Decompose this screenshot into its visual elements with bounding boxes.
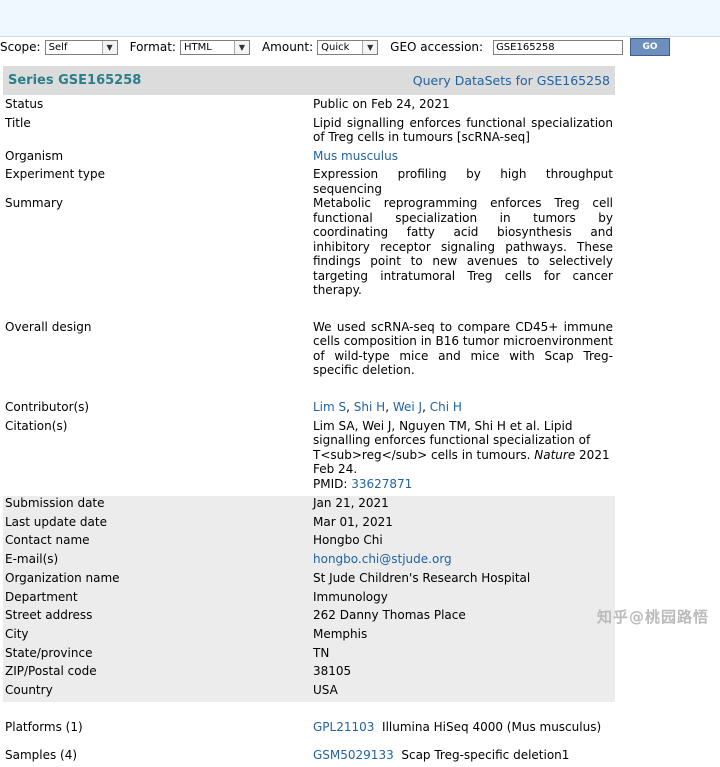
email-row: E-mail(s) hongbo.chi@stjude.org <box>3 552 615 571</box>
field-value: 262 Danny Thomas Place <box>309 608 615 627</box>
experiment-type-row: Experiment type Expression profiling by … <box>3 167 615 196</box>
chevron-down-icon: ▼ <box>233 40 249 54</box>
geo-accession-input[interactable] <box>493 39 624 55</box>
chevron-down-icon: ▼ <box>362 40 378 54</box>
organism-row: Organism Mus musculus <box>3 149 615 168</box>
field-value: Hongbo Chi <box>309 533 615 553</box>
contributor-link[interactable]: Lim S <box>313 400 346 414</box>
field-key: Title <box>5 115 31 130</box>
field-key: State/province <box>3 645 309 665</box>
summary-row: Summary Metabolic reprogramming enforces… <box>3 196 615 298</box>
format-select[interactable]: HTML ▼ <box>179 39 250 55</box>
sample-description: Scap Treg-specific deletion1 <box>401 748 570 763</box>
field-key: Status <box>5 97 44 111</box>
scope-value: Self <box>48 41 68 53</box>
email-link[interactable]: hongbo.chi@stjude.org <box>313 552 452 566</box>
field-key: Organization name <box>3 570 309 590</box>
overall-design-row: Overall design We used scRNA-seq to comp… <box>3 320 615 378</box>
samples-row: Samples (4) GSM5029133 Scap Treg-specifi… <box>3 748 615 767</box>
field-value: 38105 <box>309 664 615 683</box>
field-value: Metabolic reprogramming enforces Treg ce… <box>313 196 613 298</box>
contributor-link[interactable]: Shi H <box>354 400 385 414</box>
citation-row: Citation(s) Lim SA, Wei J, Nguyen TM, Sh… <box>3 419 615 492</box>
pmid-link[interactable]: 33627871 <box>351 477 412 491</box>
series-record: Series GSE165258 Query DataSets for GSE1… <box>0 66 720 767</box>
organism-link[interactable]: Mus musculus <box>313 149 398 163</box>
field-value: Expression profiling by high throughput … <box>313 167 613 196</box>
street-row: Street address 262 Danny Thomas Place <box>3 608 615 627</box>
format-value: HTML <box>183 41 212 53</box>
field-value: Memphis <box>309 626 615 646</box>
scope-label: Scope: <box>0 40 41 54</box>
field-key: Country <box>3 682 309 702</box>
field-key: Overall design <box>5 319 92 334</box>
country-row: Country USA <box>3 682 615 702</box>
state-row: State/province TN <box>3 645 615 665</box>
field-key: Citation(s) <box>5 418 68 433</box>
field-key: Contributor(s) <box>5 399 90 414</box>
series-title: Series GSE165258 <box>8 73 142 88</box>
amount-select[interactable]: Quick ▼ <box>317 39 379 55</box>
field-value: Lipid signalling enforces functional spe… <box>313 115 613 145</box>
field-value: Public on Feb 24, 2021 <box>313 97 450 111</box>
field-value: Immunology <box>309 589 615 609</box>
geo-accession-label: GEO accession: <box>390 40 484 54</box>
field-value: Jan 21, 2021 <box>309 496 615 515</box>
field-key: Street address <box>3 608 309 627</box>
status-row: Status Public on Feb 24, 2021 <box>3 97 615 116</box>
query-datasets-link[interactable]: Query DataSets for GSE165258 <box>413 73 610 88</box>
field-value: Mar 01, 2021 <box>309 514 615 534</box>
contributor-link[interactable]: Wei J <box>393 400 422 414</box>
submission-date-row: Submission date Jan 21, 2021 <box>3 496 615 515</box>
query-toolbar: Scope: Self ▼ Format: HTML ▼ Amount: Qui… <box>0 37 720 57</box>
field-value: St Jude Children's Research Hospital <box>309 570 615 590</box>
pmid-label: PMID: <box>313 476 352 491</box>
field-value: We used scRNA-seq to compare CD45+ immun… <box>313 319 613 378</box>
contact-name-row: Contact name Hongbo Chi <box>3 533 615 553</box>
field-key: City <box>3 626 309 646</box>
field-key: Last update date <box>3 514 309 534</box>
top-banner <box>0 0 720 37</box>
title-row: Title Lipid signalling enforces function… <box>3 116 615 145</box>
field-key: Submission date <box>3 496 309 515</box>
go-button[interactable]: GO <box>630 38 671 56</box>
scope-select[interactable]: Self ▼ <box>44 39 118 55</box>
citation-journal: Nature <box>534 447 576 462</box>
field-value: USA <box>309 682 615 702</box>
field-key: Organism <box>5 148 64 163</box>
zip-row: ZIP/Postal code 38105 <box>3 664 615 683</box>
platforms-row: Platforms (1) GPL21103 Illumina HiSeq 40… <box>3 720 615 739</box>
format-label: Format: <box>129 40 176 54</box>
field-key: Platforms (1) <box>5 719 83 734</box>
field-key: Summary <box>5 196 63 211</box>
platform-link[interactable]: GPL21103 <box>313 720 374 734</box>
field-key: E-mail(s) <box>3 552 309 571</box>
amount-value: Quick <box>321 41 350 53</box>
watermark-logo: 知乎@桃园路悟 <box>597 608 710 626</box>
field-key: Department <box>3 589 309 609</box>
series-header: Series GSE165258 Query DataSets for GSE1… <box>3 66 615 95</box>
field-value: TN <box>309 645 615 665</box>
contributor-link[interactable]: Chi H <box>430 400 462 414</box>
department-row: Department Immunology <box>3 589 615 609</box>
field-key: ZIP/Postal code <box>3 664 309 683</box>
contributors-row: Contributor(s) Lim S, Shi H, Wei J, Chi … <box>3 400 615 419</box>
field-key: Experiment type <box>5 167 105 182</box>
chevron-down-icon: ▼ <box>101 40 117 54</box>
last-update-row: Last update date Mar 01, 2021 <box>3 514 615 534</box>
platform-description: Illumina HiSeq 4000 (Mus musculus) <box>382 719 602 734</box>
organization-row: Organization name St Jude Children's Res… <box>3 570 615 590</box>
amount-label: Amount: <box>261 40 314 54</box>
series-metadata-table: Status Public on Feb 24, 2021 Title Lipi… <box>3 95 615 767</box>
sample-link[interactable]: GSM5029133 <box>313 748 394 762</box>
city-row: City Memphis <box>3 626 615 646</box>
field-key: Samples (4) <box>5 748 78 763</box>
field-key: Contact name <box>3 533 309 553</box>
